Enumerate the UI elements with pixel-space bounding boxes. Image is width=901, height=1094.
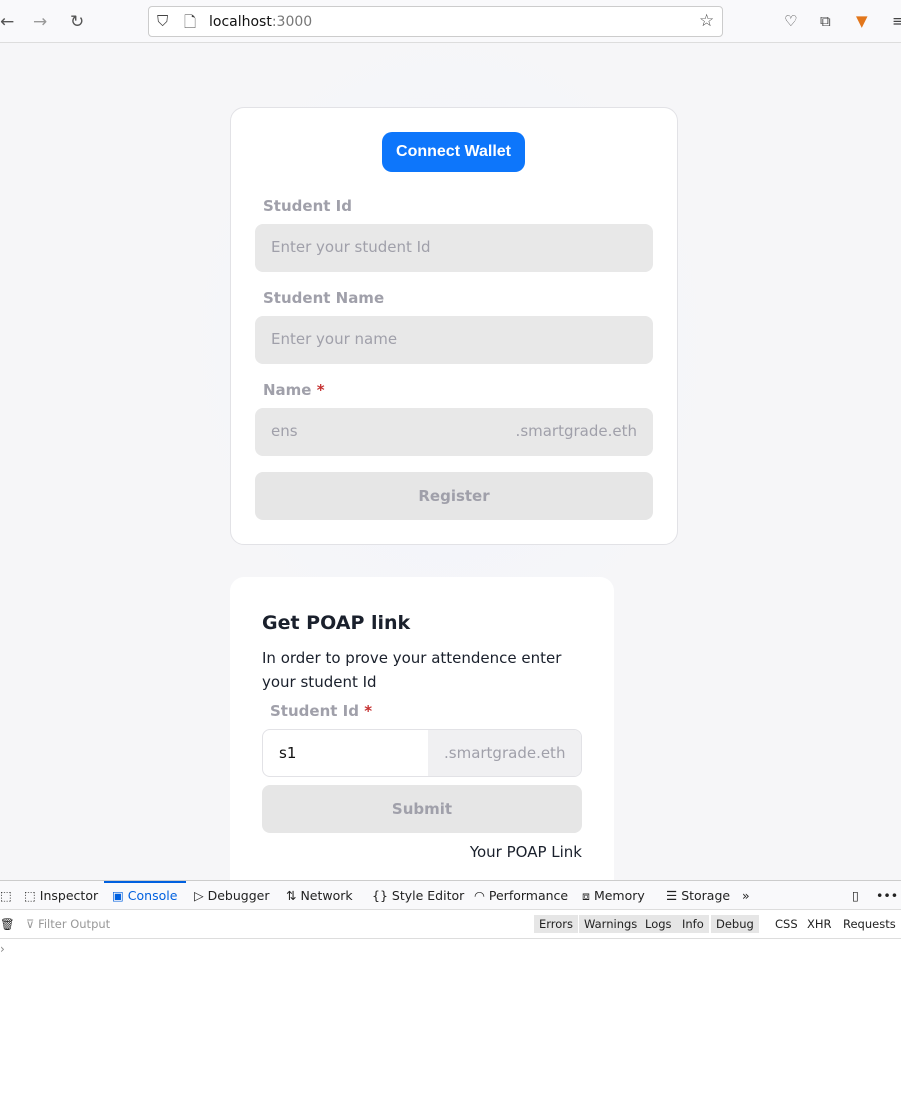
tab-storage[interactable]: ☰ Storage [666,888,730,903]
tab-performance[interactable]: ◠ Performance [474,888,568,903]
poap-student-id-label: Student Id * [270,702,373,720]
required-mark: * [364,702,373,720]
filter-debug[interactable]: Debug [711,915,759,933]
poap-title: Get POAP link [262,612,411,634]
shield-icon[interactable]: ⛉ [157,12,168,30]
back-icon[interactable]: ← [0,12,14,32]
poap-link[interactable]: Your POAP Link [470,843,582,861]
poap-student-id-input[interactable]: s1 .smartgrade.eth [262,729,582,777]
filter-xhr[interactable]: XHR [807,917,832,931]
more-options-icon[interactable]: ••• [876,888,898,903]
student-id-label: Student Id [263,197,352,215]
reload-icon[interactable]: ↻ [70,12,84,32]
filter-errors[interactable]: Errors [534,915,579,933]
responsive-mode-icon[interactable]: ▯ [852,888,859,903]
required-mark: * [316,381,325,399]
connect-wallet-button[interactable]: Connect Wallet [382,132,525,172]
active-tab-indicator [104,881,186,883]
console-filter-bar: 🗑 ⊽ Filter Output Errors Warnings Logs I… [0,910,901,939]
console-output[interactable]: › [0,940,901,1094]
student-id-value: s1 [279,744,297,762]
tab-style-editor[interactable]: {} Style Editor [372,888,464,903]
page-icon: 🗋 [184,13,197,31]
star-icon[interactable]: ☆ [699,11,714,31]
filter-output-input[interactable]: ⊽ Filter Output [26,917,110,931]
metamask-icon[interactable]: ▼ [856,12,868,30]
filter-warnings[interactable]: Warnings [579,915,643,933]
submit-button[interactable]: Submit [262,785,582,833]
poap-description: In order to prove your attendence enter … [262,649,562,691]
ens-name-input[interactable]: ens .smartgrade.eth [255,408,653,456]
tab-inspector[interactable]: ⬚ Inspector [24,888,98,903]
filter-requests[interactable]: Requests [843,917,896,931]
url-bar[interactable]: ⛉ 🗋 localhost:3000 ☆ [148,6,723,37]
ens-placeholder: ens [271,422,298,440]
console-prompt-icon: › [0,942,5,956]
filter-info[interactable]: Info [677,915,709,933]
name-label: Name * [263,381,325,399]
name-suffix: .smartgrade.eth [515,422,637,440]
filter-logs[interactable]: Logs [640,915,677,933]
tab-debugger[interactable]: ▷ Debugger [194,888,269,903]
devtools-tabbar: ⬚ ⬚ Inspector ▣ Console ▷ Debugger ⇅ Net… [0,880,901,910]
clear-console-icon[interactable]: 🗑 [0,917,15,931]
url-port: :3000 [271,14,313,30]
url-host: localhost [209,14,272,30]
register-button[interactable]: Register [255,472,653,520]
filter-css[interactable]: CSS [775,917,798,931]
poap-suffix: .smartgrade.eth [428,730,581,776]
student-name-label: Student Name [263,289,385,307]
more-tabs-icon[interactable]: » [742,888,750,903]
tab-memory[interactable]: ⧈ Memory [582,888,645,904]
student-name-input[interactable]: Enter your name [255,316,653,364]
tab-network[interactable]: ⇅ Network [286,888,353,903]
register-card: Connect Wallet Student Id Enter your stu… [230,107,678,545]
pocket-icon[interactable]: ♡ [784,12,797,30]
menu-icon[interactable]: ≡ [892,12,901,30]
forward-icon[interactable]: → [33,12,47,32]
poap-card: Get POAP link In order to prove your att… [230,577,614,880]
student-id-input[interactable]: Enter your student Id [255,224,653,272]
browser-toolbar: ← → ↻ ⛉ 🗋 localhost:3000 ☆ ♡ ⧉ ▼ ≡ [0,0,901,43]
page-content: Connect Wallet Student Id Enter your stu… [0,43,901,880]
tab-console[interactable]: ▣ Console [112,888,177,903]
element-picker-icon[interactable]: ⬚ [0,888,12,903]
extensions-icon[interactable]: ⧉ [820,12,831,30]
